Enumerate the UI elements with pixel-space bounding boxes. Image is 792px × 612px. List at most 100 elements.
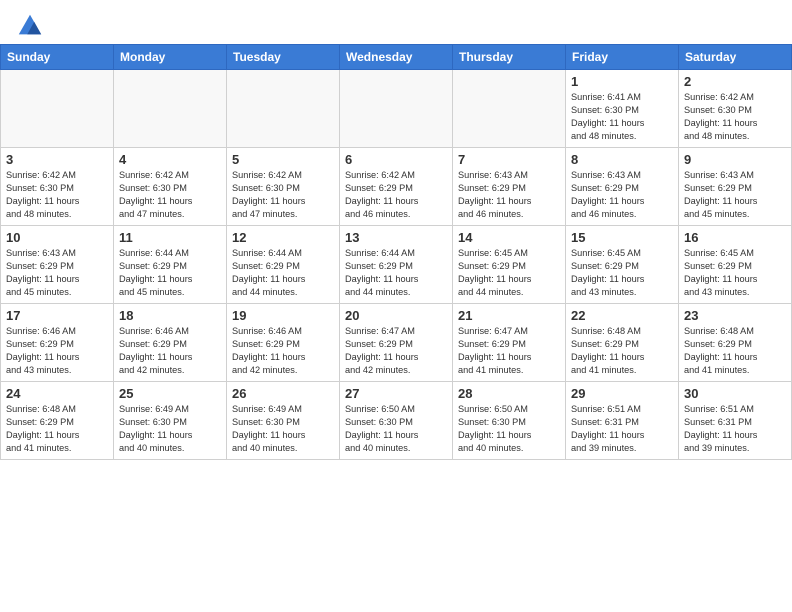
calendar-cell: 15 Sunrise: 6:45 AM Sunset: 6:29 PM Dayli…: [566, 226, 679, 304]
calendar-cell: 30Sunrise: 6:51 AM Sunset: 6:31 PM Dayli…: [679, 382, 792, 460]
calendar-cell: [340, 70, 453, 148]
day-info: Sunrise: 6:49 AM Sunset: 6:30 PM Dayligh…: [232, 403, 334, 455]
day-info: Sunrise: 6:42 AM Sunset: 6:29 PM Dayligh…: [345, 169, 447, 221]
weekday-header-cell: Monday: [114, 45, 227, 70]
day-info: Sunrise: 6:42 AM Sunset: 6:30 PM Dayligh…: [6, 169, 108, 221]
calendar-cell: 3 Sunrise: 6:42 AM Sunset: 6:30 PM Daylig…: [1, 148, 114, 226]
day-number: 16: [684, 230, 786, 245]
calendar-cell: 4 Sunrise: 6:42 AM Sunset: 6:30 PM Daylig…: [114, 148, 227, 226]
calendar-cell: 26 Sunrise: 6:49 AM Sunset: 6:30 PM Dayli…: [227, 382, 340, 460]
calendar-cell: 16Sunrise: 6:45 AM Sunset: 6:29 PM Dayli…: [679, 226, 792, 304]
day-number: 21: [458, 308, 560, 323]
calendar-cell: 22 Sunrise: 6:48 AM Sunset: 6:29 PM Dayli…: [566, 304, 679, 382]
calendar-cell: 21 Sunrise: 6:47 AM Sunset: 6:29 PM Dayli…: [453, 304, 566, 382]
calendar-cell: 9 Sunrise: 6:43 AM Sunset: 6:29 PM Daylig…: [679, 148, 792, 226]
day-info: Sunrise: 6:43 AM Sunset: 6:29 PM Dayligh…: [458, 169, 560, 221]
day-number: 14: [458, 230, 560, 245]
logo-icon: [16, 12, 44, 40]
day-number: 30: [684, 386, 786, 401]
calendar-cell: [114, 70, 227, 148]
calendar-cell: [1, 70, 114, 148]
weekday-header-cell: Saturday: [679, 45, 792, 70]
calendar-cell: 5 Sunrise: 6:42 AM Sunset: 6:30 PM Daylig…: [227, 148, 340, 226]
day-info: Sunrise: 6:44 AM Sunset: 6:29 PM Dayligh…: [345, 247, 447, 299]
day-info: Sunrise: 6:43 AM Sunset: 6:29 PM Dayligh…: [684, 169, 786, 221]
calendar-cell: 17Sunrise: 6:46 AM Sunset: 6:29 PM Dayli…: [1, 304, 114, 382]
day-number: 28: [458, 386, 560, 401]
calendar-week-row: 3 Sunrise: 6:42 AM Sunset: 6:30 PM Daylig…: [1, 148, 792, 226]
day-info: Sunrise: 6:48 AM Sunset: 6:29 PM Dayligh…: [571, 325, 673, 377]
day-number: 20: [345, 308, 447, 323]
day-number: 29: [571, 386, 673, 401]
calendar-cell: 28 Sunrise: 6:50 AM Sunset: 6:30 PM Dayli…: [453, 382, 566, 460]
day-info: Sunrise: 6:41 AM Sunset: 6:30 PM Dayligh…: [571, 91, 673, 143]
day-number: 26: [232, 386, 334, 401]
day-number: 15: [571, 230, 673, 245]
day-info: Sunrise: 6:46 AM Sunset: 6:29 PM Dayligh…: [119, 325, 221, 377]
day-info: Sunrise: 6:45 AM Sunset: 6:29 PM Dayligh…: [571, 247, 673, 299]
day-info: Sunrise: 6:49 AM Sunset: 6:30 PM Dayligh…: [119, 403, 221, 455]
day-info: Sunrise: 6:48 AM Sunset: 6:29 PM Dayligh…: [684, 325, 786, 377]
day-number: 7: [458, 152, 560, 167]
day-number: 12: [232, 230, 334, 245]
day-number: 3: [6, 152, 108, 167]
day-info: Sunrise: 6:45 AM Sunset: 6:29 PM Dayligh…: [458, 247, 560, 299]
calendar-cell: 6Sunrise: 6:42 AM Sunset: 6:29 PM Daylig…: [340, 148, 453, 226]
calendar-cell: 25 Sunrise: 6:49 AM Sunset: 6:30 PM Dayli…: [114, 382, 227, 460]
day-info: Sunrise: 6:46 AM Sunset: 6:29 PM Dayligh…: [232, 325, 334, 377]
calendar-body: 1 Sunrise: 6:41 AM Sunset: 6:30 PM Daylig…: [1, 70, 792, 460]
calendar-week-row: 10 Sunrise: 6:43 AM Sunset: 6:29 PM Dayli…: [1, 226, 792, 304]
day-info: Sunrise: 6:44 AM Sunset: 6:29 PM Dayligh…: [119, 247, 221, 299]
day-info: Sunrise: 6:50 AM Sunset: 6:30 PM Dayligh…: [345, 403, 447, 455]
calendar: SundayMondayTuesdayWednesdayThursdayFrid…: [0, 44, 792, 460]
day-info: Sunrise: 6:42 AM Sunset: 6:30 PM Dayligh…: [119, 169, 221, 221]
day-number: 22: [571, 308, 673, 323]
day-info: Sunrise: 6:42 AM Sunset: 6:30 PM Dayligh…: [684, 91, 786, 143]
calendar-cell: 23 Sunrise: 6:48 AM Sunset: 6:29 PM Dayli…: [679, 304, 792, 382]
day-number: 24: [6, 386, 108, 401]
day-info: Sunrise: 6:47 AM Sunset: 6:29 PM Dayligh…: [345, 325, 447, 377]
calendar-cell: 7 Sunrise: 6:43 AM Sunset: 6:29 PM Daylig…: [453, 148, 566, 226]
day-info: Sunrise: 6:42 AM Sunset: 6:30 PM Dayligh…: [232, 169, 334, 221]
calendar-cell: 24 Sunrise: 6:48 AM Sunset: 6:29 PM Dayli…: [1, 382, 114, 460]
calendar-cell: 8Sunrise: 6:43 AM Sunset: 6:29 PM Daylig…: [566, 148, 679, 226]
day-info: Sunrise: 6:48 AM Sunset: 6:29 PM Dayligh…: [6, 403, 108, 455]
day-number: 5: [232, 152, 334, 167]
calendar-cell: 10 Sunrise: 6:43 AM Sunset: 6:29 PM Dayli…: [1, 226, 114, 304]
day-number: 10: [6, 230, 108, 245]
calendar-week-row: 17Sunrise: 6:46 AM Sunset: 6:29 PM Dayli…: [1, 304, 792, 382]
calendar-week-row: 1 Sunrise: 6:41 AM Sunset: 6:30 PM Daylig…: [1, 70, 792, 148]
day-number: 2: [684, 74, 786, 89]
calendar-cell: 19Sunrise: 6:46 AM Sunset: 6:29 PM Dayli…: [227, 304, 340, 382]
day-number: 8: [571, 152, 673, 167]
weekday-header-cell: Tuesday: [227, 45, 340, 70]
day-number: 9: [684, 152, 786, 167]
day-info: Sunrise: 6:50 AM Sunset: 6:30 PM Dayligh…: [458, 403, 560, 455]
day-number: 25: [119, 386, 221, 401]
calendar-cell: [227, 70, 340, 148]
day-number: 13: [345, 230, 447, 245]
calendar-cell: 14 Sunrise: 6:45 AM Sunset: 6:29 PM Dayli…: [453, 226, 566, 304]
weekday-header-cell: Wednesday: [340, 45, 453, 70]
day-info: Sunrise: 6:51 AM Sunset: 6:31 PM Dayligh…: [571, 403, 673, 455]
day-info: Sunrise: 6:44 AM Sunset: 6:29 PM Dayligh…: [232, 247, 334, 299]
calendar-cell: 20 Sunrise: 6:47 AM Sunset: 6:29 PM Dayli…: [340, 304, 453, 382]
calendar-cell: 29 Sunrise: 6:51 AM Sunset: 6:31 PM Dayli…: [566, 382, 679, 460]
logo: [16, 12, 48, 40]
day-number: 1: [571, 74, 673, 89]
day-info: Sunrise: 6:47 AM Sunset: 6:29 PM Dayligh…: [458, 325, 560, 377]
calendar-cell: [453, 70, 566, 148]
weekday-header-cell: Friday: [566, 45, 679, 70]
weekday-header-cell: Thursday: [453, 45, 566, 70]
page-header: [0, 0, 792, 44]
calendar-week-row: 24 Sunrise: 6:48 AM Sunset: 6:29 PM Dayli…: [1, 382, 792, 460]
calendar-cell: 18 Sunrise: 6:46 AM Sunset: 6:29 PM Dayli…: [114, 304, 227, 382]
calendar-cell: 11 Sunrise: 6:44 AM Sunset: 6:29 PM Dayli…: [114, 226, 227, 304]
day-number: 11: [119, 230, 221, 245]
day-number: 4: [119, 152, 221, 167]
weekday-header-cell: Sunday: [1, 45, 114, 70]
day-number: 18: [119, 308, 221, 323]
day-number: 23: [684, 308, 786, 323]
day-info: Sunrise: 6:43 AM Sunset: 6:29 PM Dayligh…: [6, 247, 108, 299]
day-number: 27: [345, 386, 447, 401]
